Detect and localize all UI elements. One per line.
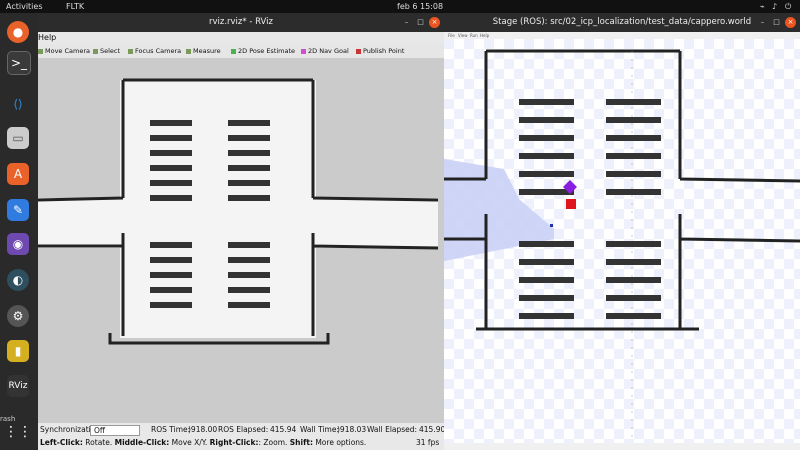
wall-elapsed-value: 415.90 (419, 425, 446, 434)
rviz-3d-view[interactable] (38, 58, 444, 423)
stage-menu-bar: File View Run Help (444, 32, 800, 39)
rviz-time-panel: Synchronization: Off ROS Time: )918.00 R… (38, 423, 446, 436)
move-camera-icon (38, 48, 43, 54)
rviz-menu-bar: Help (38, 32, 444, 44)
menu-help[interactable]: Help (38, 32, 56, 44)
wall-time-label: Wall Time: (300, 425, 339, 434)
rviz-window: rviz.rviz* - RViz – □ × Help Move Camera… (38, 13, 446, 450)
stage-title-bar[interactable]: Stage (ROS): src/02_icp_localization/tes… (444, 13, 800, 32)
select-tool[interactable]: Select (93, 46, 120, 56)
pose-estimate-tool[interactable]: 2D Pose Estimate (231, 46, 295, 56)
ros-time-value: )918.00 (188, 425, 218, 434)
move-camera-tool[interactable]: Move Camera (38, 46, 90, 56)
mouse-hint: Left-Click: Rotate. Middle-Click: Move X… (40, 438, 367, 447)
vscode-icon[interactable]: ⟨⟩ (7, 93, 29, 115)
robot-position-dot (550, 224, 553, 227)
publish-point-icon (356, 48, 361, 54)
rviz-title: rviz.rviz* - RViz (208, 17, 273, 27)
rviz-icon[interactable]: RViz (7, 375, 29, 397)
rviz-toolbar: Move Camera Select Focus Camera Measure … (38, 44, 444, 59)
wall-elapsed-label: Wall Elapsed: (367, 425, 418, 434)
stage-menu-help[interactable]: Help (480, 32, 489, 39)
volume-icon[interactable]: ♪ (772, 0, 777, 13)
power-icon[interactable]: ⏻ (785, 0, 791, 13)
rviz-map (38, 58, 444, 423)
gnome-icon[interactable]: ◐ (7, 269, 29, 291)
app-store-icon[interactable]: A (7, 163, 29, 185)
github-icon[interactable]: ◉ (7, 233, 29, 255)
activities-button[interactable]: Activities (6, 0, 43, 13)
stage-menu-file[interactable]: File (448, 32, 455, 39)
stage-maximize-icon[interactable]: □ (771, 17, 782, 28)
settings-icon[interactable]: ⚙ (7, 305, 29, 327)
focus-camera-icon (128, 48, 133, 54)
select-icon (93, 48, 98, 54)
nav-goal-tool[interactable]: 2D Nav Goal (301, 46, 349, 56)
network-icon[interactable]: ⌁ (760, 0, 765, 13)
pose-estimate-icon (231, 48, 236, 54)
close-icon[interactable]: × (429, 17, 440, 28)
maximize-icon[interactable]: □ (415, 17, 426, 28)
stage-window: Stage (ROS): src/02_icp_localization/tes… (444, 13, 800, 450)
files-icon[interactable]: ▭ (7, 127, 29, 149)
stage-map (444, 39, 800, 443)
show-apps-icon[interactable]: ⋮⋮ (4, 421, 32, 443)
firefox-icon[interactable]: ● (7, 21, 29, 43)
nav-goal-icon (301, 48, 306, 54)
stage-status-bar (444, 443, 800, 450)
ros-elapsed-value: 415.94 (270, 425, 297, 434)
ros-time-label: ROS Time: (151, 425, 191, 434)
text-editor-icon[interactable]: ✎ (7, 199, 29, 221)
robot-box (566, 199, 576, 209)
stage-menu-run[interactable]: Run (470, 32, 478, 39)
stage-title: Stage (ROS): src/02_icp_localization/tes… (492, 17, 752, 27)
wall-time-value: )918.03 (337, 425, 367, 434)
measure-tool[interactable]: Measure (186, 46, 221, 56)
stage-minimize-icon[interactable]: – (757, 17, 768, 28)
system-top-bar: Activities FLTK feb 6 15:08 ⌁ ♪ ⏻ (0, 0, 800, 13)
measure-icon (186, 48, 191, 54)
publish-point-tool[interactable]: Publish Point (356, 46, 404, 56)
clock[interactable]: feb 6 15:08 (397, 0, 443, 13)
dock: ● >_ ⟨⟩ ▭ A ✎ ◉ ◐ ⚙ ▮ RViz rash ⋮⋮ (0, 13, 38, 450)
rviz-title-bar[interactable]: rviz.rviz* - RViz – □ × (38, 13, 444, 32)
terminal-icon[interactable]: >_ (7, 51, 31, 75)
stage-menu-view[interactable]: View (458, 32, 468, 39)
stage-close-icon[interactable]: × (785, 17, 796, 28)
focus-camera-tool[interactable]: Focus Camera (128, 46, 181, 56)
fps-counter: 31 fps (416, 438, 440, 447)
rviz-hint-bar: Left-Click: Rotate. Middle-Click: Move X… (38, 436, 444, 450)
sync-select[interactable]: Off (90, 425, 140, 436)
minimize-icon[interactable]: – (401, 17, 412, 28)
battery-icon[interactable]: ▮ (7, 340, 29, 362)
active-app-label[interactable]: FLTK (66, 0, 84, 13)
ros-elapsed-label: ROS Elapsed: (218, 425, 269, 434)
stage-canvas[interactable] (444, 39, 800, 443)
